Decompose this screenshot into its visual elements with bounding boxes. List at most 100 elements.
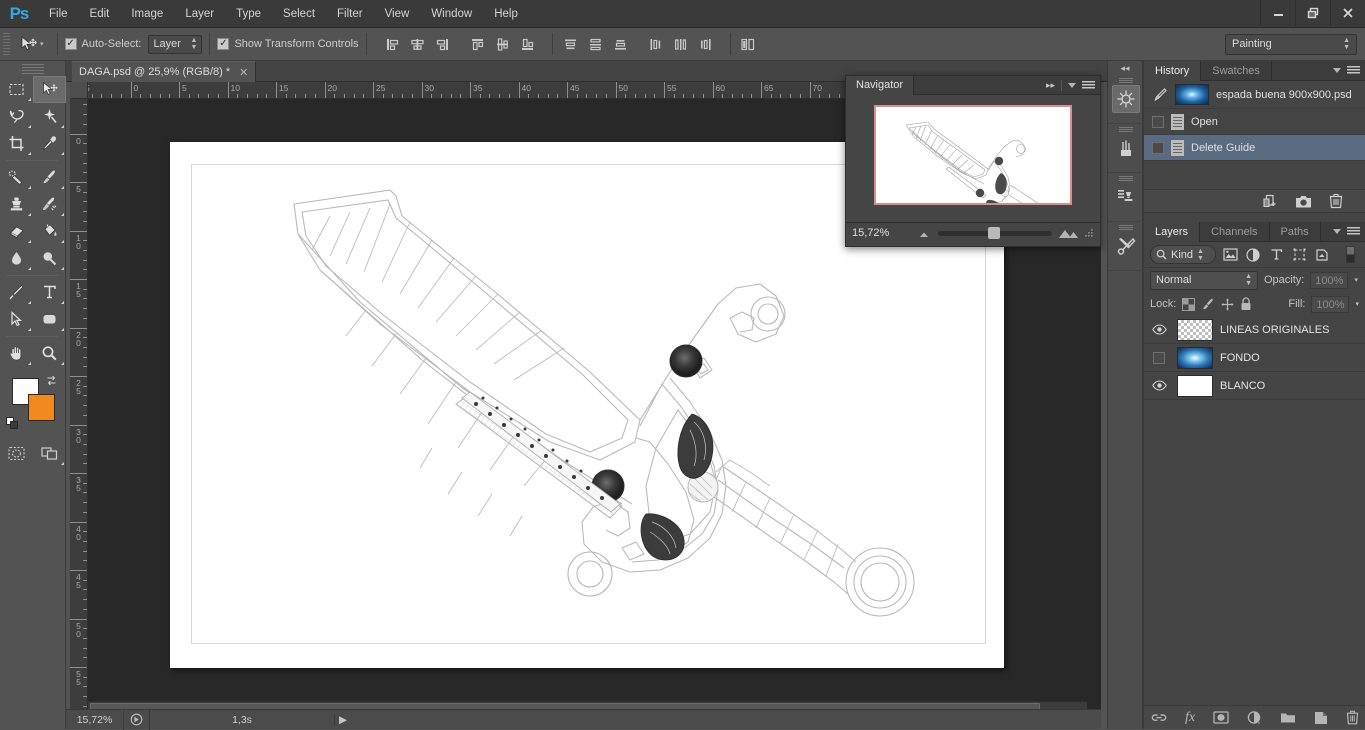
document-info-icon[interactable] (124, 709, 150, 730)
menu-select[interactable]: Select (272, 0, 326, 28)
tab-paths[interactable]: Paths (1270, 221, 1321, 242)
distribute-vertical-centers-button[interactable] (585, 34, 606, 55)
menu-help[interactable]: Help (483, 0, 529, 28)
active-tool-preview[interactable]: ▾ (14, 35, 50, 53)
add-layer-mask-button[interactable] (1213, 711, 1229, 724)
navigator-thumbnail[interactable] (874, 105, 1072, 205)
menu-file[interactable]: File (38, 0, 79, 28)
layer-visibility-toggle[interactable] (1148, 324, 1170, 335)
fill-scrubber-icon[interactable]: ▾ (1355, 301, 1359, 308)
vertical-ruler[interactable]: 5051015202530354045505560 (70, 99, 88, 709)
tools-panel-grip[interactable] (21, 64, 44, 74)
default-colors-icon[interactable] (6, 417, 19, 430)
hand-tool[interactable] (0, 340, 33, 367)
lock-position-icon[interactable] (1221, 298, 1234, 311)
move-tool[interactable] (33, 76, 66, 103)
opacity-value[interactable]: 100% (1310, 271, 1349, 289)
new-layer-button[interactable] (1314, 711, 1328, 725)
filter-type-layers-icon[interactable] (1267, 246, 1285, 264)
pen-tool[interactable] (0, 279, 33, 306)
layer-style-fx-button[interactable]: fx (1185, 710, 1195, 726)
eraser-tool[interactable] (0, 218, 33, 245)
eyedropper-tool[interactable] (33, 130, 66, 157)
dodge-burn-tool[interactable] (33, 245, 66, 272)
status-expand-arrow-icon[interactable]: ▶ (335, 714, 351, 726)
magic-wand-tool[interactable] (33, 103, 66, 130)
background-color-swatch[interactable] (28, 394, 55, 421)
filter-shape-layers-icon[interactable] (1290, 246, 1308, 264)
distribute-horizontal-centers-button[interactable] (670, 34, 691, 55)
panel-menu-icon[interactable] (1082, 80, 1095, 90)
auto-select-group[interactable]: ✓ Auto-Select: Layer ▲ ▼ (64, 34, 203, 54)
tool-preset-chevron-icon[interactable]: ▾ (40, 41, 44, 48)
create-document-from-state-button[interactable] (1262, 193, 1278, 209)
collapse-panel-icon[interactable]: ▸▸ (1046, 80, 1055, 91)
navigator-zoom-value[interactable]: 15,72% (852, 227, 910, 239)
brush-tool[interactable] (33, 164, 66, 191)
blend-mode-dropdown[interactable]: Normal ▲ ▼ (1150, 270, 1258, 290)
rounded-rectangle-shape-tool[interactable] (33, 306, 66, 333)
menu-layer[interactable]: Layer (174, 0, 225, 28)
horizontal-type-tool[interactable] (33, 279, 66, 306)
history-brush-tool[interactable] (33, 191, 66, 218)
blur-tool[interactable] (0, 245, 33, 272)
new-group-button[interactable] (1280, 711, 1296, 724)
show-transform-group[interactable]: ✓ Show Transform Controls (217, 38, 359, 50)
dock-item-clone-source[interactable] (1108, 176, 1144, 222)
panel-menu-icon[interactable] (1347, 227, 1360, 236)
brush-panel-icon[interactable] (1112, 85, 1140, 113)
tab-navigator[interactable]: Navigator (846, 75, 915, 95)
history-brush-toggle[interactable] (1152, 141, 1164, 154)
layer-filter-kind-dropdown[interactable]: Kind ▲ ▼ (1150, 245, 1216, 264)
filter-adjustment-layers-icon[interactable] (1244, 246, 1262, 264)
menu-view[interactable]: View (374, 0, 421, 28)
clone-source-icon[interactable] (1112, 183, 1140, 211)
close-document-icon[interactable]: ✕ (239, 66, 248, 79)
tab-history[interactable]: History (1144, 60, 1202, 81)
tab-layers[interactable]: Layers (1144, 221, 1201, 242)
layer-row-fondo[interactable]: FONDO (1144, 344, 1365, 372)
zoom-out-mountain-icon[interactable] (916, 228, 932, 238)
tab-channels[interactable]: Channels (1200, 221, 1270, 242)
tool-presets-icon[interactable] (1112, 232, 1140, 260)
layer-visibility-toggle[interactable] (1148, 380, 1170, 391)
layer-visibility-toggle[interactable] (1148, 351, 1170, 364)
layers-panel-menu[interactable] (1333, 227, 1360, 236)
clone-stamp-tool[interactable] (0, 191, 33, 218)
opacity-scrubber-icon[interactable]: ▾ (1354, 277, 1358, 284)
auto-select-checkbox[interactable]: ✓ (64, 38, 77, 50)
auto-align-layers-button[interactable] (738, 34, 759, 55)
panel-menu-icon[interactable] (1347, 66, 1360, 75)
screen-mode-button[interactable] (33, 440, 66, 467)
menu-edit[interactable]: Edit (79, 0, 121, 28)
layer-row-lineas-originales[interactable]: LINEAS ORIGINALES (1144, 316, 1365, 344)
filter-toggle-switch[interactable] (1341, 246, 1359, 264)
menu-image[interactable]: Image (120, 0, 174, 28)
menu-type[interactable]: Type (225, 0, 272, 28)
swap-colors-icon[interactable] (45, 374, 58, 387)
spot-healing-brush-tool[interactable] (0, 164, 33, 191)
options-bar-grip[interactable] (3, 33, 10, 55)
minimize-button[interactable] (1260, 0, 1295, 26)
layer-thumbnail[interactable] (1177, 374, 1213, 397)
path-selection-tool[interactable] (0, 306, 33, 333)
history-brush-toggle[interactable] (1152, 115, 1164, 128)
history-state-open[interactable]: Open (1144, 109, 1365, 135)
link-layers-button[interactable] (1151, 711, 1167, 724)
menu-filter[interactable]: Filter (326, 0, 374, 28)
document-tab[interactable]: DAGA.psd @ 25,9% (RGB/8) * ✕ (72, 61, 257, 82)
align-vertical-centers-button[interactable] (492, 34, 513, 55)
restore-button[interactable] (1295, 0, 1330, 26)
quick-mask-mode-button[interactable] (0, 440, 33, 467)
distribute-top-edges-button[interactable] (560, 34, 581, 55)
zoom-tool[interactable] (33, 340, 66, 367)
delete-layer-button[interactable] (1346, 710, 1359, 725)
create-new-snapshot-button[interactable] (1295, 194, 1312, 209)
status-zoom-level[interactable]: 15,72% (66, 709, 124, 730)
filter-smart-objects-icon[interactable] (1313, 246, 1331, 264)
history-state-delete-guide[interactable]: Delete Guide (1144, 135, 1365, 161)
auto-select-scope-dropdown[interactable]: Layer ▲ ▼ (148, 34, 203, 54)
align-right-edges-button[interactable] (432, 34, 453, 55)
layer-thumbnail[interactable] (1177, 318, 1213, 341)
align-left-edges-button[interactable] (382, 34, 403, 55)
